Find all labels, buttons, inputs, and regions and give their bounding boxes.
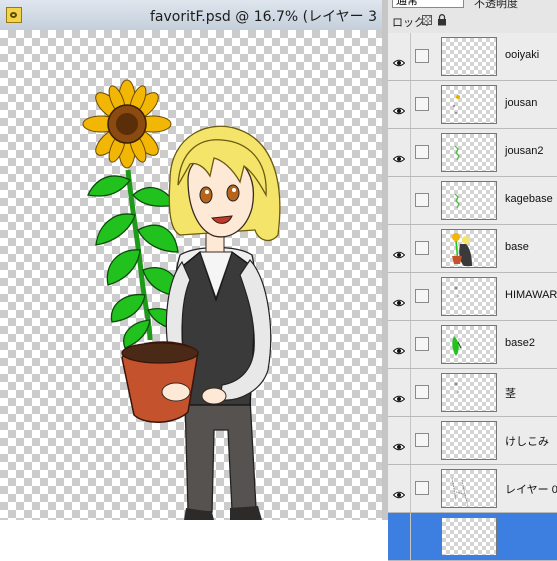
layer-visibility-toggle[interactable] — [388, 465, 411, 512]
layer-thumbnail — [441, 37, 497, 76]
layer-thumbnail — [441, 85, 497, 124]
layer-thumbnail — [441, 325, 497, 364]
blend-mode-select[interactable]: 通常 — [392, 0, 464, 8]
layer-name: jousan — [505, 97, 538, 109]
eye-icon — [392, 436, 406, 451]
eye-icon — [392, 52, 406, 67]
layer-name: ooiyaki — [505, 49, 540, 61]
layer-thumbnail — [441, 133, 497, 172]
layer-link-box[interactable] — [415, 97, 429, 111]
layer-row[interactable]: base2 — [388, 321, 557, 369]
layer-visibility-toggle[interactable] — [388, 225, 411, 272]
layer-name: 茎 — [505, 388, 516, 400]
layer-row[interactable] — [388, 513, 557, 561]
eye-icon — [392, 484, 406, 499]
layer-thumbnail — [441, 517, 497, 556]
photoshop-doc-icon — [6, 7, 22, 23]
layer-visibility-toggle[interactable] — [388, 129, 411, 176]
eye-icon — [392, 292, 406, 307]
layer-name: HIMAWARI — [505, 289, 557, 301]
layer-row[interactable]: ooiyaki — [388, 33, 557, 81]
layer-visibility-toggle[interactable] — [388, 177, 411, 224]
layers-list: ooiyaki jousan jousan2 kagebase base HIMAWARI… — [388, 33, 557, 561]
layer-thumbnail — [441, 277, 497, 316]
layer-row[interactable]: kagebase — [388, 177, 557, 225]
layer-visibility-toggle[interactable] — [388, 369, 411, 416]
layer-visibility-toggle[interactable] — [388, 33, 411, 80]
layer-row[interactable]: レイヤー 0 — [388, 465, 557, 513]
canvas[interactable] — [0, 30, 382, 520]
layer-name: kagebase — [505, 193, 553, 205]
eye-icon — [392, 388, 406, 403]
document-window: favoritF.psd @ 16.7% (レイヤー 3 — [0, 0, 382, 520]
layers-panel: 通常 不透明度 ロック: ooiyaki jousan jousan2 kagebas… — [382, 0, 557, 561]
artwork — [82, 79, 281, 520]
layer-row[interactable]: jousan2 — [388, 129, 557, 177]
layer-row[interactable]: base — [388, 225, 557, 273]
layer-thumbnail — [441, 421, 497, 460]
lock-transparency-icon[interactable] — [422, 15, 432, 25]
layer-row[interactable]: 茎 — [388, 369, 557, 417]
layer-name: base — [505, 241, 529, 253]
lock-all-icon[interactable] — [437, 14, 447, 26]
layer-row[interactable]: けしこみ — [388, 417, 557, 465]
layer-visibility-toggle[interactable] — [388, 513, 411, 560]
layer-name: レイヤー 0 — [505, 484, 557, 496]
layer-name: base2 — [505, 337, 535, 349]
layer-thumbnail — [441, 229, 497, 268]
layer-visibility-toggle[interactable] — [388, 81, 411, 128]
document-title: favoritF.psd @ 16.7% (レイヤー 3 — [150, 9, 378, 25]
layer-link-box[interactable] — [415, 193, 429, 207]
layer-link-box[interactable] — [415, 385, 429, 399]
layer-link-box[interactable] — [415, 145, 429, 159]
layer-thumbnail — [441, 181, 497, 220]
layer-link-box[interactable] — [415, 49, 429, 63]
layer-visibility-toggle[interactable] — [388, 321, 411, 368]
layer-link-box[interactable] — [415, 241, 429, 255]
layer-row[interactable]: jousan — [388, 81, 557, 129]
layer-thumbnail — [441, 373, 497, 412]
layer-link-box[interactable] — [415, 337, 429, 351]
layer-link-box[interactable] — [415, 481, 429, 495]
eye-icon — [392, 244, 406, 259]
opacity-label: 不透明度 — [474, 0, 518, 10]
eye-icon — [392, 100, 406, 115]
layer-link-box[interactable] — [415, 433, 429, 447]
layer-row[interactable]: HIMAWARI — [388, 273, 557, 321]
layer-name: jousan2 — [505, 145, 544, 157]
layer-visibility-toggle[interactable] — [388, 417, 411, 464]
layer-thumbnail — [441, 469, 497, 508]
eye-icon — [392, 340, 406, 355]
eye-icon — [392, 148, 406, 163]
layer-visibility-toggle[interactable] — [388, 273, 411, 320]
document-title-bar[interactable]: favoritF.psd @ 16.7% (レイヤー 3 — [0, 0, 382, 31]
layer-link-box[interactable] — [415, 289, 429, 303]
layer-name: けしこみ — [505, 436, 549, 448]
layers-panel-header: 通常 不透明度 ロック: — [388, 0, 557, 34]
